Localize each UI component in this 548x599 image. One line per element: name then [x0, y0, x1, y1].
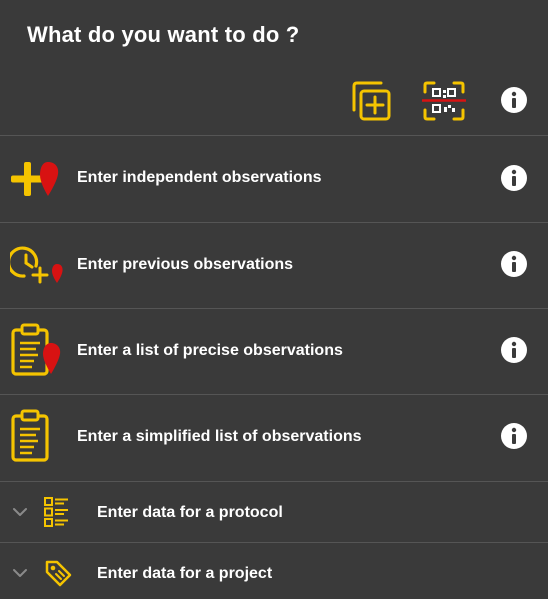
info-icon[interactable]	[500, 86, 528, 114]
action-simplified-list[interactable]: Enter a simplified list of observations	[0, 395, 548, 481]
chevron-down-icon[interactable]	[12, 565, 28, 581]
protocol-list-icon	[43, 496, 71, 528]
action-label: Enter previous observations	[77, 256, 294, 273]
action-previous-observations[interactable]: Enter previous observations	[0, 223, 548, 309]
expand-project[interactable]: Enter data for a project	[0, 543, 548, 599]
action-precise-list[interactable]: Enter a list of precise observations	[0, 309, 548, 395]
qr-scan-icon[interactable]	[422, 80, 466, 122]
action-label: Enter a simplified list of observations	[77, 428, 362, 445]
info-icon[interactable]	[500, 164, 528, 192]
expand-label: Enter data for a protocol	[97, 504, 283, 521]
add-copy-icon[interactable]	[350, 80, 392, 122]
plus-marker-icon	[10, 158, 66, 198]
clipboard-icon	[10, 409, 66, 465]
page-title: What do you want to do ?	[27, 22, 300, 47]
chevron-down-icon[interactable]	[12, 504, 28, 520]
action-independent-observations[interactable]: Enter independent observations	[0, 136, 548, 222]
info-icon[interactable]	[500, 250, 528, 278]
clock-plus-icon	[7, 246, 66, 286]
action-label: Enter independent observations	[77, 169, 322, 186]
toolbar	[0, 78, 548, 122]
action-label: Enter a list of precise observations	[77, 342, 343, 359]
info-icon[interactable]	[500, 336, 528, 364]
clipboard-marker-icon	[10, 323, 66, 379]
tag-icon	[43, 558, 73, 588]
info-icon[interactable]	[500, 422, 528, 450]
expand-label: Enter data for a project	[97, 565, 273, 582]
expand-protocol[interactable]: Enter data for a protocol	[0, 482, 548, 542]
